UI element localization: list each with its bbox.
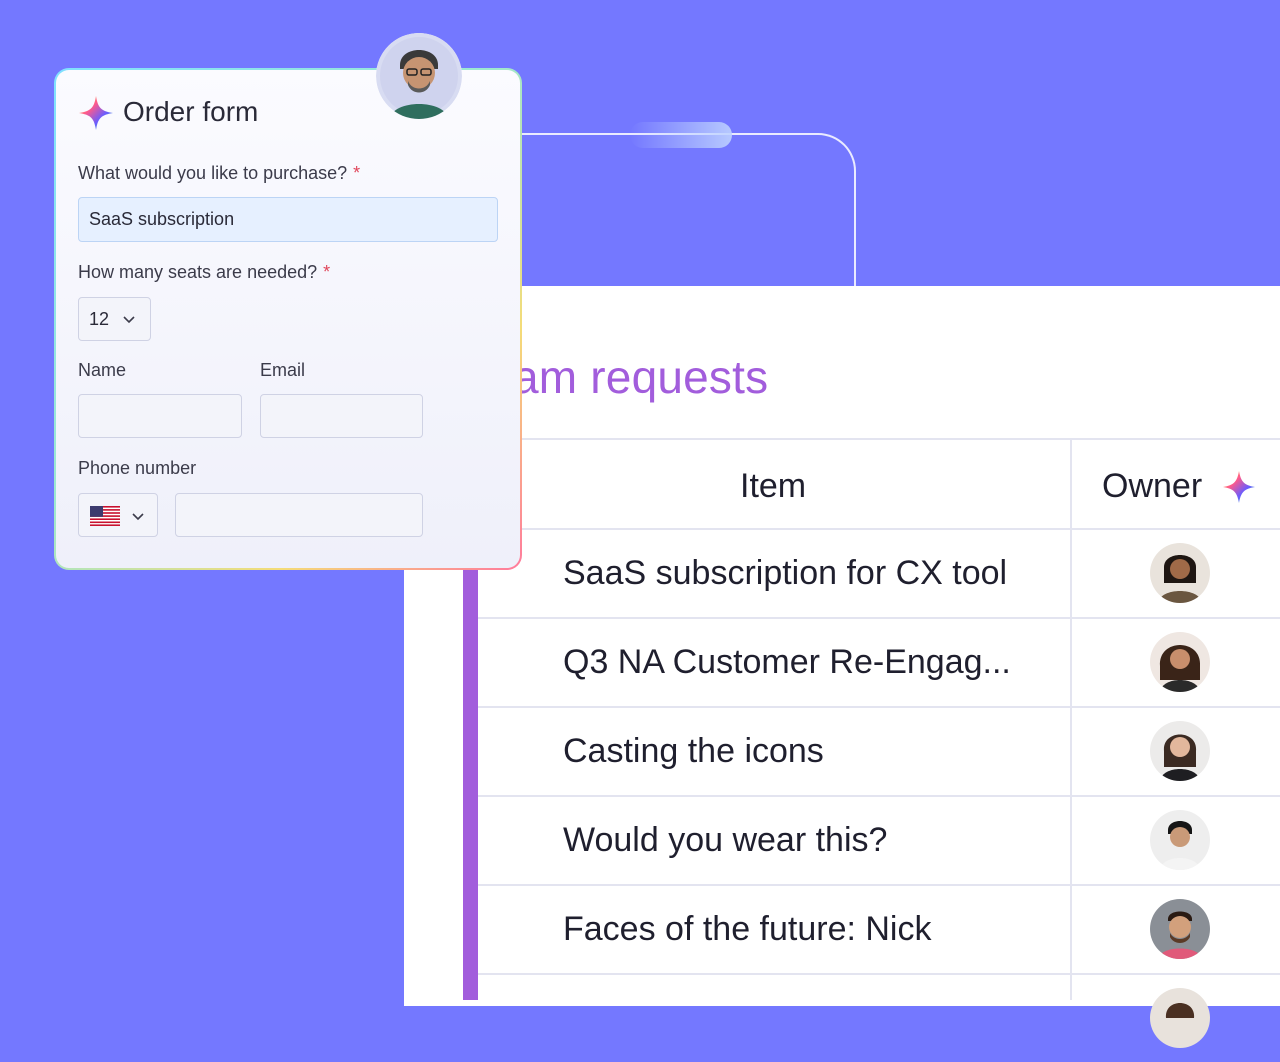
required-mark: * [323,262,331,282]
table-row[interactable]: Faces of the future: Nick [478,884,1280,973]
item-cell[interactable]: SaaS subscription for CX tool [563,554,1007,593]
seats-select-value: 12 [89,309,110,329]
ai-sparkle-icon [79,96,113,130]
form-title: Order form [123,96,259,127]
table-row[interactable]: Q3 NA Customer Re-Engag... [478,617,1280,706]
chevron-down-icon [123,316,135,324]
group-color-bar [463,570,478,1000]
owner-avatar[interactable] [1150,632,1210,692]
owner-avatar[interactable] [1150,810,1210,870]
column-header-item[interactable]: Item [740,467,806,506]
table-row[interactable]: SaaS subscription for CX tool [478,528,1280,617]
owner-header-label: Owner [1102,467,1203,505]
table-row[interactable] [478,973,1280,1062]
owner-avatar[interactable] [1150,721,1210,781]
item-cell[interactable]: Would you wear this? [563,821,887,860]
connector-line [500,133,856,288]
table-row[interactable]: Would you wear this? [478,795,1280,884]
chevron-down-icon [132,513,144,521]
phone-field[interactable] [175,493,423,537]
owner-avatar[interactable] [1150,543,1210,603]
owner-avatar[interactable] [1150,988,1210,1048]
email-label: Email [260,360,306,380]
column-header-owner[interactable]: Owner [1102,467,1256,506]
item-cell[interactable]: Q3 NA Customer Re-Engag... [563,643,1011,682]
purchase-question-text: What would you like to purchase? [78,163,348,183]
email-field[interactable] [260,394,423,438]
item-cell[interactable]: Casting the icons [563,732,824,771]
purchase-question-label: What would you like to purchase? * [78,163,360,184]
table-header-row: Item Owner [478,438,1280,528]
country-code-select[interactable] [78,493,158,537]
purchase-input[interactable]: SaaS subscription [78,197,498,242]
user-avatar[interactable] [376,33,462,119]
table-row[interactable]: Casting the icons [478,706,1280,795]
seats-question-label: How many seats are needed? * [78,262,330,283]
owner-avatar[interactable] [1150,899,1210,959]
purchase-input-value: SaaS subscription [89,209,235,229]
item-cell[interactable]: Faces of the future: Nick [563,910,932,949]
name-label: Name [78,360,127,380]
required-mark: * [353,163,361,183]
name-field[interactable] [78,394,242,438]
seats-question-text: How many seats are needed? [78,262,318,282]
phone-label: Phone number [78,458,197,478]
us-flag-icon [90,506,120,526]
board-title: am requests [513,351,769,403]
ai-sparkle-icon [1223,470,1256,503]
seats-select[interactable]: 12 [78,297,151,341]
connector-glow [630,122,732,148]
